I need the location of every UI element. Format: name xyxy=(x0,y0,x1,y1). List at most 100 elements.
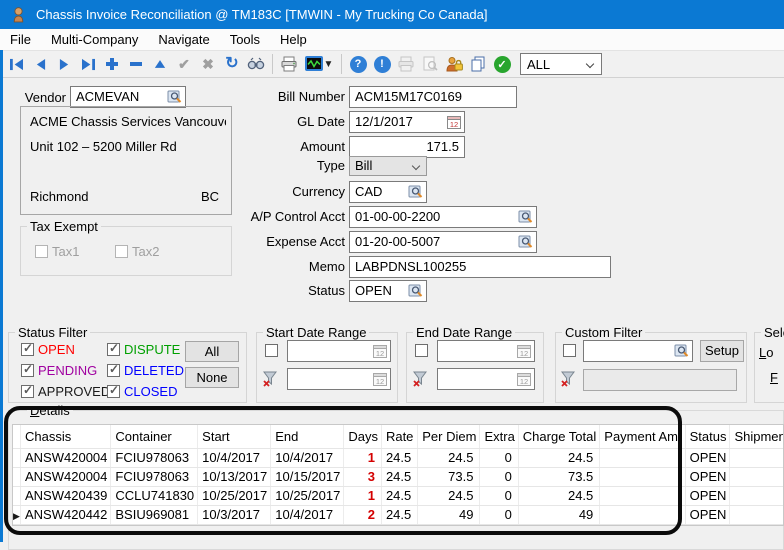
edit-record-button[interactable] xyxy=(148,53,172,75)
cell-chassis[interactable]: ANSW420004 xyxy=(21,448,111,467)
cell-rate[interactable]: 24.5 xyxy=(381,448,417,467)
cell-days[interactable]: 1 xyxy=(344,486,382,505)
checkbox-icon[interactable] xyxy=(107,385,120,398)
copy-button[interactable] xyxy=(466,53,490,75)
bill-number-field[interactable]: ACM15M17C0169 xyxy=(349,86,517,108)
print-preview-button[interactable] xyxy=(418,53,442,75)
ap-control-lookup-icon[interactable] xyxy=(518,209,534,225)
cell-container[interactable]: BSIU969081 xyxy=(111,505,198,524)
cell-chassis[interactable]: ANSW420439 xyxy=(21,486,111,505)
status-field[interactable]: OPEN xyxy=(349,280,427,302)
column-header-start[interactable]: Start xyxy=(198,425,271,448)
cell-container[interactable]: FCIU978063 xyxy=(111,448,198,467)
column-header-container[interactable]: Container xyxy=(111,425,198,448)
table-row[interactable]: ANSW420004FCIU97806310/4/201710/4/201712… xyxy=(13,448,784,467)
log-viewer-button[interactable]: ▼ xyxy=(301,53,337,75)
column-header-shipment-bi[interactable]: Shipment Bi xyxy=(730,425,784,448)
row-selector-header[interactable] xyxy=(13,425,21,448)
status-lookup-icon[interactable] xyxy=(408,283,424,299)
delete-record-button[interactable] xyxy=(124,53,148,75)
cell-status[interactable]: OPEN xyxy=(685,448,730,467)
row-selector-cell[interactable] xyxy=(13,486,21,505)
approve-button[interactable]: ✓ xyxy=(490,53,514,75)
cell-status[interactable]: OPEN xyxy=(685,486,730,505)
checkbox-icon[interactable] xyxy=(21,364,34,377)
help-button[interactable]: ? xyxy=(346,53,370,75)
filter-link[interactable]: F xyxy=(770,370,778,385)
expense-lookup-icon[interactable] xyxy=(518,234,534,250)
about-button[interactable]: ! xyxy=(370,53,394,75)
row-selector-cell[interactable] xyxy=(13,467,21,486)
custom-filter-field[interactable] xyxy=(583,340,693,362)
first-record-button[interactable] xyxy=(4,53,28,75)
checkbox-icon[interactable] xyxy=(107,343,120,356)
cell-days[interactable]: 1 xyxy=(344,448,382,467)
cell-end[interactable]: 10/4/2017 xyxy=(271,505,344,524)
status-filter-deleted-checkbox[interactable]: DELETED xyxy=(107,363,184,378)
status-filter-closed-checkbox[interactable]: CLOSED xyxy=(107,384,177,399)
cell-start[interactable]: 10/3/2017 xyxy=(198,505,271,524)
type-select[interactable]: Bill xyxy=(349,156,427,176)
log-viewer-dropdown-arrow[interactable]: ▼ xyxy=(324,59,334,70)
cell-shipment-bi[interactable] xyxy=(730,505,784,524)
table-row[interactable]: ANSW420004FCIU97806310/13/201710/15/2017… xyxy=(13,467,784,486)
cell-per-diem[interactable]: 24.5 xyxy=(418,448,480,467)
menu-multi-company[interactable]: Multi-Company xyxy=(41,29,148,50)
amount-field[interactable]: 171.5 xyxy=(349,136,465,158)
last-record-button[interactable] xyxy=(76,53,100,75)
start-date-enable-checkbox[interactable] xyxy=(265,344,278,357)
cell-end[interactable]: 10/25/2017 xyxy=(271,486,344,505)
column-header-end[interactable]: End xyxy=(271,425,344,448)
cell-extra[interactable]: 0 xyxy=(480,448,518,467)
locate-link[interactable]: Lo xyxy=(759,345,773,360)
vendor-lookup-icon[interactable] xyxy=(167,89,183,105)
calendar-icon[interactable]: 12 xyxy=(446,114,462,130)
next-record-button[interactable] xyxy=(52,53,76,75)
cell-payment-amt[interactable] xyxy=(600,505,685,524)
cell-per-diem[interactable]: 24.5 xyxy=(418,486,480,505)
checkbox-icon[interactable] xyxy=(107,364,120,377)
post-edit-button[interactable]: ✔ xyxy=(172,53,196,75)
checkbox-icon[interactable] xyxy=(21,385,34,398)
cell-per-diem[interactable]: 49 xyxy=(418,505,480,524)
vendor-field[interactable]: ACMEVAN xyxy=(70,86,186,108)
cell-days[interactable]: 3 xyxy=(344,467,382,486)
status-filter-dispute-checkbox[interactable]: DISPUTE xyxy=(107,342,180,357)
cell-charge-total[interactable]: 24.5 xyxy=(518,486,599,505)
menu-tools[interactable]: Tools xyxy=(220,29,270,50)
memo-field[interactable]: LABPDNSL100255 xyxy=(349,256,611,278)
gl-date-field[interactable]: 12/1/2017 12 xyxy=(349,111,465,133)
end-date-to-field[interactable]: 12 xyxy=(437,368,535,390)
prior-record-button[interactable] xyxy=(28,53,52,75)
search-button[interactable] xyxy=(244,53,268,75)
refresh-button[interactable]: ↻ xyxy=(220,53,244,75)
column-header-extra[interactable]: Extra xyxy=(480,425,518,448)
cell-per-diem[interactable]: 73.5 xyxy=(418,467,480,486)
insert-record-button[interactable] xyxy=(100,53,124,75)
row-selector-cell[interactable] xyxy=(13,448,21,467)
menu-navigate[interactable]: Navigate xyxy=(148,29,219,50)
status-filter-approved-checkbox[interactable]: APPROVED xyxy=(21,384,110,399)
end-date-from-field[interactable]: 12 xyxy=(437,340,535,362)
cell-payment-amt[interactable] xyxy=(600,467,685,486)
cancel-edit-button[interactable]: ✖ xyxy=(196,53,220,75)
cell-extra[interactable]: 0 xyxy=(480,505,518,524)
column-header-status[interactable]: Status xyxy=(685,425,730,448)
cell-extra[interactable]: 0 xyxy=(480,486,518,505)
table-row[interactable]: ▶ANSW420442BSIU96908110/3/201710/4/20172… xyxy=(13,505,784,524)
custom-filter-lookup-icon[interactable] xyxy=(674,343,690,359)
cell-shipment-bi[interactable] xyxy=(730,467,784,486)
custom-filter-enable-checkbox[interactable] xyxy=(563,344,576,357)
cell-chassis[interactable]: ANSW420442 xyxy=(21,505,111,524)
ap-control-acct-field[interactable]: 01-00-00-2200 xyxy=(349,206,537,228)
menu-help[interactable]: Help xyxy=(270,29,317,50)
column-header-per-diem[interactable]: Per Diem xyxy=(418,425,480,448)
cell-rate[interactable]: 24.5 xyxy=(381,467,417,486)
none-button[interactable]: None xyxy=(185,367,239,388)
print-secondary-button[interactable] xyxy=(394,53,418,75)
cell-payment-amt[interactable] xyxy=(600,486,685,505)
column-header-rate[interactable]: Rate xyxy=(381,425,417,448)
cell-container[interactable]: CCLU741830 xyxy=(111,486,198,505)
cell-chassis[interactable]: ANSW420004 xyxy=(21,467,111,486)
status-filter-open-checkbox[interactable]: OPEN xyxy=(21,342,75,357)
